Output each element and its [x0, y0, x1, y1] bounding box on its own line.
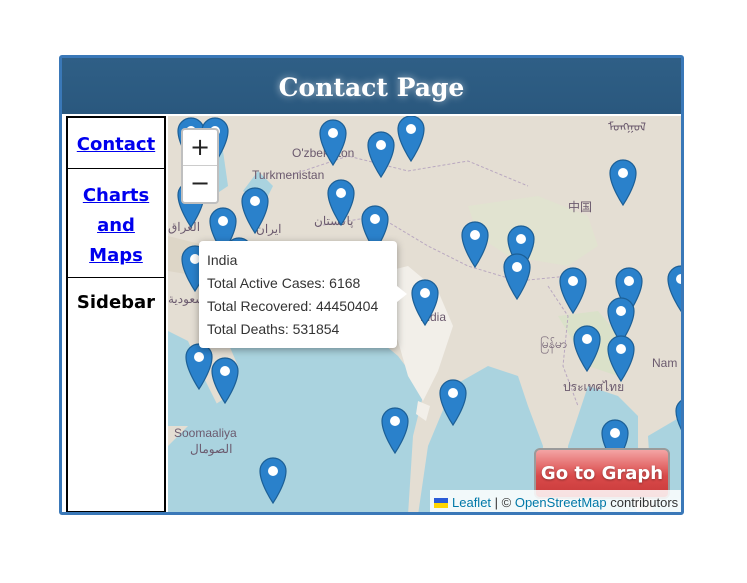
attribution-contributors: contributors — [606, 495, 679, 510]
map-marker-icon[interactable] — [240, 186, 270, 235]
charts-link-line2: and — [97, 215, 135, 236]
map-marker-icon[interactable] — [410, 278, 440, 327]
sidebar-item-contact: Contact — [68, 118, 164, 169]
map-marker-icon[interactable] — [318, 118, 348, 167]
zoom-out-button[interactable]: − — [183, 166, 217, 201]
map-marker-icon[interactable] — [380, 406, 410, 455]
charts-and-maps-link[interactable]: Charts and Maps — [83, 185, 149, 266]
attribution-separator: | © — [491, 495, 515, 510]
popup-active-cases: Total Active Cases: 6168 — [207, 275, 361, 291]
label-somalia: Soomaaliya — [174, 426, 237, 440]
ukraine-flag-icon — [434, 498, 448, 508]
popup-country: India — [207, 252, 238, 268]
openstreetmap-link[interactable]: OpenStreetMap — [515, 495, 607, 510]
map-attribution: Leaflet | © OpenStreetMap contributors — [430, 490, 681, 512]
charts-link-line1: Charts — [82, 185, 150, 206]
contact-link[interactable]: Contact — [77, 134, 155, 155]
page-title: Contact Page — [278, 73, 465, 102]
label-myanmar: မြန်မာ — [540, 337, 567, 351]
label-turkmenistan: Turkmenistan — [252, 168, 325, 182]
map-marker-icon[interactable] — [210, 356, 240, 405]
map-marker-icon[interactable] — [326, 178, 356, 227]
label-somalia-ar: الصومال — [190, 442, 233, 456]
label-china: 中国 — [568, 200, 593, 214]
contact-page-frame: Contact Page Contact Charts and Maps Sid… — [59, 55, 684, 515]
sidebar: Contact Charts and Maps Sidebar — [66, 116, 166, 512]
leaflet-map[interactable]: O'zbekiston Turkmenistan 中国 العراق پاکست… — [168, 116, 681, 512]
map-marker-icon[interactable] — [572, 324, 602, 373]
sidebar-item-charts: Charts and Maps — [68, 169, 164, 278]
page-header: Contact Page — [62, 58, 681, 114]
map-marker-icon[interactable] — [558, 266, 588, 315]
map-marker-icon[interactable] — [502, 252, 532, 301]
leaflet-link[interactable]: Leaflet — [452, 495, 491, 510]
label-vietnam: Nam — [652, 356, 678, 370]
map-marker-icon[interactable] — [438, 378, 468, 427]
zoom-control: + − — [181, 128, 219, 204]
popup-recovered: Total Recovered: 44450404 — [207, 298, 379, 314]
map-marker-icon[interactable] — [608, 158, 638, 207]
country-popup: India Total Active Cases: 6168 Total Rec… — [199, 241, 407, 348]
map-marker-icon[interactable] — [258, 456, 288, 505]
map-marker-icon[interactable] — [606, 334, 636, 383]
map-marker-icon[interactable] — [666, 264, 681, 313]
map-marker-icon[interactable] — [460, 220, 490, 269]
map-marker-icon[interactable] — [396, 116, 426, 163]
zoom-in-button[interactable]: + — [183, 130, 217, 166]
charts-link-line3: Maps — [89, 245, 143, 266]
sidebar-label: Sidebar — [76, 292, 156, 313]
map-marker-icon[interactable] — [366, 130, 396, 179]
map-marker-icon[interactable] — [674, 396, 681, 444]
popup-deaths: Total Deaths: 531854 — [207, 321, 340, 337]
label-mongolia: ᠮᠣᠩᠭᠣᠯ — [608, 120, 646, 134]
